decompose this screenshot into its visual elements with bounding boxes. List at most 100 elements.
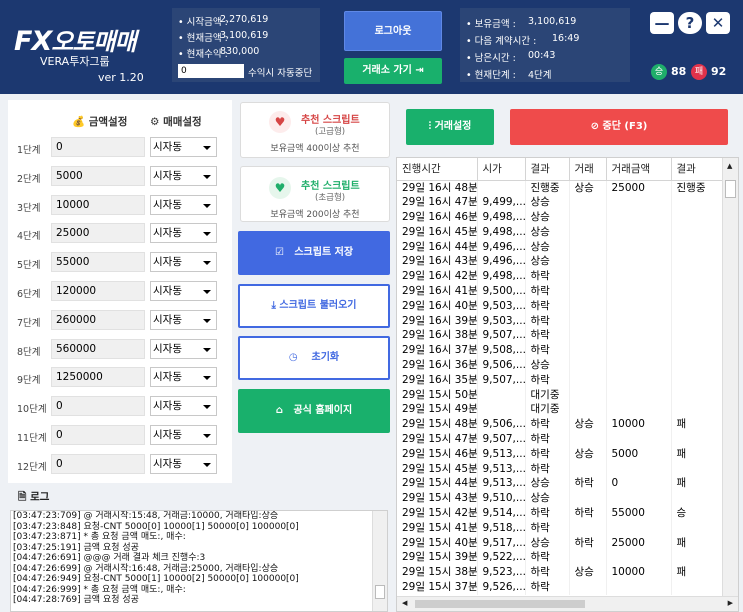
log-scrollbar[interactable] bbox=[372, 511, 387, 611]
log-panel[interactable]: [03:47:23:709] @ 거래시작:15:48, 거래금:10000, … bbox=[10, 510, 388, 612]
trade-settings-button[interactable]: ⫶ 거래설정 bbox=[406, 109, 494, 145]
table-row[interactable]: 29일 15시 45분 9,513,... 하락 bbox=[397, 461, 723, 477]
table-cell bbox=[569, 298, 607, 314]
table-row[interactable]: 29일 16시 39분 9,503,... 하락 bbox=[397, 313, 723, 329]
step-mode-select[interactable]: 시자동 bbox=[150, 194, 217, 215]
step-mode-select[interactable]: 시자동 bbox=[150, 338, 217, 359]
minimize-button[interactable]: — bbox=[650, 12, 674, 34]
column-header[interactable]: 결과 bbox=[525, 158, 570, 181]
horizontal-scrollbar[interactable]: ◀ ▶ bbox=[397, 596, 738, 611]
table-cell bbox=[569, 402, 607, 418]
table-cell bbox=[477, 387, 526, 403]
step-amount-input[interactable]: 0 bbox=[51, 396, 145, 417]
table-cell: 9,506,... bbox=[477, 358, 526, 373]
step-amount-input[interactable]: 120000 bbox=[51, 281, 145, 301]
scroll-thumb[interactable] bbox=[725, 180, 736, 198]
table-row[interactable]: 29일 16시 37분 9,508,... 하락 bbox=[397, 343, 723, 359]
table-row[interactable]: 29일 15시 48분 9,506,... 하락 상승 10000 패 bbox=[397, 417, 723, 433]
step-amount-input[interactable]: 0 bbox=[51, 425, 145, 445]
script-basic-card[interactable]: ♥ 추천 스크립트 (초급형) 보유금액 200이상 추천 bbox=[240, 166, 390, 222]
column-header[interactable]: 거래금액 bbox=[606, 158, 672, 181]
table-cell bbox=[569, 520, 607, 536]
help-button[interactable]: ? bbox=[678, 12, 702, 34]
table-row[interactable]: 29일 16시 46분 9,498,... 상승 bbox=[397, 210, 723, 225]
step-amount-input[interactable]: 10000 bbox=[51, 194, 145, 215]
step-amount-input[interactable]: 55000 bbox=[51, 252, 145, 273]
exchange-button[interactable]: 거래소 가기 ⇥ bbox=[344, 58, 442, 84]
close-button[interactable]: ✕ bbox=[706, 12, 730, 34]
homepage-button[interactable]: ⌂ 공식 홈페이지 bbox=[238, 389, 390, 433]
step-mode-select[interactable]: 시자동 bbox=[150, 309, 217, 330]
table-row[interactable]: 29일 15시 43분 9,510,... 상승 bbox=[397, 491, 723, 507]
scroll-left-icon[interactable]: ◀ bbox=[402, 599, 407, 607]
step-mode-select[interactable]: 시자동 bbox=[150, 396, 217, 417]
step-mode-select[interactable]: 시자동 bbox=[150, 281, 217, 301]
column-header[interactable]: 시가 bbox=[477, 158, 526, 181]
table-row[interactable]: 29일 15시 49분 대기중 bbox=[397, 402, 723, 418]
profit-target-input[interactable]: 0 bbox=[178, 64, 244, 78]
table-cell: 하락 bbox=[525, 284, 570, 299]
step-mode-select[interactable]: 시자동 bbox=[150, 453, 217, 474]
table-row[interactable]: 29일 15시 50분 대기중 bbox=[397, 387, 723, 403]
table-row[interactable]: 29일 16시 45분 9,498,... 상승 bbox=[397, 224, 723, 240]
table-cell: 상승 bbox=[525, 358, 570, 373]
table-cell: 29일 15시 47분 bbox=[397, 432, 478, 447]
vertical-scrollbar[interactable]: ▲ bbox=[722, 158, 738, 598]
table-row[interactable]: 29일 16시 42분 9,498,... 하락 bbox=[397, 269, 723, 285]
table-row[interactable]: 29일 15시 38분 9,523,... 하락 상승 10000 패 bbox=[397, 565, 723, 581]
step-mode-select[interactable]: 시자동 bbox=[150, 252, 217, 273]
table-row[interactable]: 29일 16시 38분 9,507,... 하락 bbox=[397, 328, 723, 344]
table-row[interactable]: 29일 15시 39분 9,522,... 하락 bbox=[397, 550, 723, 566]
step-amount-input[interactable]: 0 bbox=[51, 453, 145, 474]
table-row[interactable]: 29일 15시 41분 9,518,... 하락 bbox=[397, 520, 723, 536]
step-mode-select[interactable]: 시자동 bbox=[150, 223, 217, 244]
status-info-panel: • 보유금액 :3,100,619 • 다음 계약시간 :16:49 • 남은시… bbox=[460, 8, 630, 82]
script-advanced-card[interactable]: ♥ 추천 스크립트 (고급형) 보유금액 400이상 추천 bbox=[240, 102, 390, 158]
table-row[interactable]: 29일 15시 46분 9,513,... 하락 상승 5000 패 bbox=[397, 446, 723, 462]
table-cell: 9,498,... bbox=[477, 269, 526, 285]
step-amount-input[interactable]: 260000 bbox=[51, 309, 145, 330]
step-mode-select[interactable]: 시자동 bbox=[150, 425, 217, 445]
logo: FX오토매매 bbox=[14, 22, 137, 57]
table-cell: 상승 bbox=[525, 476, 570, 492]
step-amount-input[interactable]: 5000 bbox=[51, 165, 145, 186]
reset-button[interactable]: ◷ 초기화 bbox=[238, 336, 390, 380]
table-row[interactable]: 29일 15시 47분 9,507,... 하락 bbox=[397, 432, 723, 447]
stop-button[interactable]: ⊘ 중단 (F3) bbox=[510, 109, 728, 145]
table-row[interactable]: 29일 16시 44분 9,496,... 상승 bbox=[397, 239, 723, 255]
table-row[interactable]: 29일 16시 41분 9,500,... 하락 bbox=[397, 284, 723, 299]
column-header[interactable]: 거래 bbox=[569, 158, 607, 181]
current-amount-value: 3,100,619 bbox=[220, 30, 269, 41]
table-cell bbox=[671, 239, 723, 255]
step-label: 1단계 bbox=[17, 145, 41, 156]
table-row[interactable]: 29일 15시 42분 9,514,... 하락 하락 55000 승 bbox=[397, 506, 723, 521]
step-mode-select[interactable]: 시자동 bbox=[150, 367, 217, 388]
table-row[interactable]: 29일 15시 44분 9,513,... 상승 하락 0 패 bbox=[397, 476, 723, 492]
scroll-right-icon[interactable]: ▶ bbox=[728, 599, 733, 607]
table-row[interactable]: 29일 16시 36분 9,506,... 상승 bbox=[397, 358, 723, 373]
save-script-button[interactable]: ☑ 스크립트 저장 bbox=[238, 231, 390, 275]
scroll-up-icon[interactable]: ▲ bbox=[727, 162, 732, 170]
table-row[interactable]: 29일 16시 47분 9,499,... 상승 bbox=[397, 195, 723, 211]
table-cell: 상승 bbox=[525, 195, 570, 211]
table-row[interactable]: 29일 15시 40분 9,517,... 상승 하락 25000 패 bbox=[397, 535, 723, 551]
load-script-button[interactable]: ⤓ 스크립트 불러오기 bbox=[238, 284, 390, 328]
step-amount-input[interactable]: 560000 bbox=[51, 338, 145, 359]
table-row[interactable]: 29일 16시 48분 진행중 상승 25000 진행중 bbox=[397, 180, 723, 196]
table-row[interactable]: 29일 15시 37분 9,526,... 하락 bbox=[397, 580, 723, 595]
table-row[interactable]: 29일 16시 40분 9,503,... 하락 bbox=[397, 298, 723, 314]
step-amount-input[interactable]: 0 bbox=[51, 137, 145, 157]
column-header[interactable]: 진행시간 bbox=[397, 158, 478, 181]
step-amount-input[interactable]: 25000 bbox=[51, 223, 145, 244]
table-row[interactable]: 29일 16시 43분 9,496,... 상승 bbox=[397, 254, 723, 270]
step-mode-select[interactable]: 시자동 bbox=[150, 165, 217, 186]
table-cell bbox=[569, 313, 607, 329]
step-mode-select[interactable]: 시자동 bbox=[150, 137, 217, 157]
logout-button[interactable]: 로그아웃 bbox=[344, 11, 442, 51]
chevron-down-icon bbox=[203, 376, 211, 381]
column-header[interactable]: 결과 bbox=[671, 158, 723, 181]
step-amount-input[interactable]: 1250000 bbox=[51, 367, 145, 388]
hscroll-thumb[interactable] bbox=[415, 600, 585, 608]
log-scroll-thumb[interactable] bbox=[375, 585, 385, 599]
table-row[interactable]: 29일 16시 35분 9,507,... 하락 bbox=[397, 372, 723, 388]
